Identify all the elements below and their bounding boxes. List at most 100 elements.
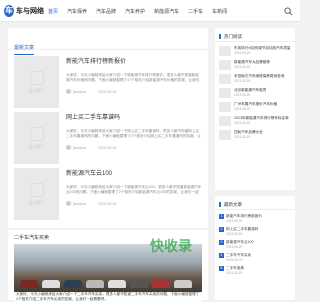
post-date: 2023-08-20: [98, 201, 117, 206]
popular-title[interactable]: 本田南方汽车维修保养费用查询: [234, 74, 284, 79]
latest-item[interactable]: 2 网上买二手车靠谱吗 2023-08-20: [219, 227, 291, 237]
nav-car-brands[interactable]: 汽车品牌: [96, 8, 116, 15]
rank-badge: 3: [219, 240, 224, 245]
car-shape: [64, 280, 82, 288]
popular-item[interactable]: 本田南方汽车维修保养费用查询 2023-08-20: [219, 74, 291, 84]
post-item[interactable]: 暂无图片 网上买二手车靠谱吗 大家好，今天小编就来给大家介绍一下网上买二手车靠谱…: [14, 112, 202, 174]
post-date: 2023-08-20: [98, 145, 117, 150]
post-thumbnail[interactable]: 暂无图片: [14, 168, 59, 220]
sidebar-latest: 最新文章 1 新能汽车排行榜新报价 2023-08-20 2 网上买二手车靠谱吗 202…: [215, 196, 295, 300]
thumb-placeholder-text: 暂无图片: [28, 143, 45, 149]
post-excerpt: 大家好，今天小编就来给大家介绍一下新能源汽车排行榜报价，很多人都不知道新能源汽车…: [66, 73, 200, 82]
search-icon[interactable]: [284, 7, 293, 16]
popular-item[interactable]: 北京新能源汽车租赁 2023-08-20: [219, 88, 291, 98]
site-logo[interactable]: 车 车与网络: [4, 3, 44, 18]
popular-date: 2023-08-20: [234, 92, 251, 97]
rank-badge: 2: [219, 227, 224, 232]
popular-thumbnail[interactable]: [219, 74, 231, 84]
car-shape: [130, 280, 148, 288]
latest-date: 2023-08-20: [226, 245, 243, 249]
popular-thumbnail[interactable]: [219, 46, 231, 56]
sidebar-title: 热门阅读: [224, 33, 242, 39]
popular-date: 2023-08-20: [234, 106, 251, 111]
popular-thumbnail[interactable]: [219, 130, 231, 140]
avatar: [66, 89, 71, 94]
latest-title[interactable]: 新能源汽车云100: [226, 240, 254, 244]
post-author[interactable]: jikuigiua: [73, 90, 86, 94]
sidebar-header: 最新文章: [215, 196, 295, 210]
latest-date: 2023-08-20: [226, 271, 243, 275]
popular-item[interactable]: 广州车展汽车报价汽车价格 2023-08-20: [219, 102, 291, 112]
avatar: [66, 201, 71, 206]
nav-car-news[interactable]: 车新闻: [212, 8, 227, 15]
car-shape: [20, 280, 38, 288]
post-author[interactable]: jikuigiua: [73, 146, 86, 150]
nav-used-cars[interactable]: 二手车: [188, 8, 203, 15]
nav-car-maintenance[interactable]: 汽车保养: [67, 8, 87, 15]
post-title[interactable]: 新能源汽车云100: [66, 170, 202, 178]
post-meta: jikuigiua 2023-08-20: [66, 89, 202, 94]
sidebar-title: 最新文章: [224, 201, 242, 207]
main-header: 最新文章: [8, 28, 208, 55]
post-title[interactable]: 新能汽车排行榜新报价: [66, 58, 202, 66]
latest-item[interactable]: 4 二手车汽车买卖 2023-08-20: [219, 253, 291, 263]
nav-car-care[interactable]: 汽车养护: [125, 8, 145, 15]
post-thumbnail[interactable]: 暂无图片: [14, 56, 59, 108]
logo-mark: 车: [4, 4, 14, 17]
latest-title[interactable]: 二手车汽车买卖: [226, 253, 251, 257]
image-placeholder-icon: [29, 182, 44, 197]
popular-title[interactable]: 广州车展汽车报价汽车价格: [234, 102, 277, 107]
popular-date: 2023-08-20: [234, 50, 251, 55]
latest-item[interactable]: 5 二手车宝典 2023-08-20: [219, 266, 291, 276]
nav-home[interactable]: 首页: [48, 8, 58, 15]
image-placeholder-icon: [29, 70, 44, 85]
avatar: [66, 145, 71, 150]
car-shape: [174, 280, 192, 288]
post-item[interactable]: 暂无图片 新能源汽车云100 大家好，今天小编就来给大家介绍一下新能源汽车云10…: [14, 168, 202, 230]
rank-badge: 1: [219, 214, 224, 219]
rank-badge: 5: [219, 266, 224, 271]
popular-title[interactable]: 北京新能源汽车租赁: [234, 88, 266, 93]
popular-date: 2023-08-20: [234, 120, 251, 125]
popular-title[interactable]: 四轮汽车品牌大全: [234, 130, 263, 135]
post-date: 2023-08-20: [98, 89, 117, 94]
popular-title[interactable]: 新能源汽车大品牌推荐: [234, 60, 270, 65]
post-title[interactable]: 网上买二手车靠谱吗: [66, 114, 202, 122]
latest-item[interactable]: 1 新能汽车排行榜新报价 2023-08-20: [219, 214, 291, 224]
popular-thumbnail[interactable]: [219, 116, 231, 126]
popular-item[interactable]: 东风风行xl如何调节自动挡汽车质量 2023-08-20: [219, 46, 291, 56]
featured-title[interactable]: 二手车汽车买卖: [14, 234, 49, 241]
popular-item[interactable]: 新能源汽车大品牌推荐 2023-08-20: [219, 60, 291, 70]
popular-thumbnail[interactable]: [219, 88, 231, 98]
latest-date: 2023-08-20: [226, 219, 243, 223]
sidebar-popular: 热门阅读 东风风行xl如何调节自动挡汽车质量 2023-08-20 新能源汽车大品…: [215, 28, 295, 190]
car-shape: [86, 280, 104, 288]
sidebar-header: 热门阅读: [215, 28, 295, 42]
post-thumbnail[interactable]: 暂无图片: [14, 112, 59, 164]
main-nav: 首页 汽车保养 汽车品牌 汽车养护 新能源汽车 二手车 车新闻: [48, 0, 236, 22]
post-item[interactable]: 暂无图片 新能汽车排行榜新报价 大家好，今天小编就来给大家介绍一下新能源汽车排行…: [14, 56, 202, 118]
latest-title[interactable]: 网上买二手车靠谱吗: [226, 227, 258, 231]
top-bar: 车 车与网络 首页 汽车保养 汽车品牌 汽车养护 新能源汽车 二手车 车新闻: [0, 0, 300, 22]
popular-title[interactable]: 东风风行xl如何调节自动挡汽车质量: [234, 46, 291, 51]
latest-title[interactable]: 二手车宝典: [226, 266, 244, 270]
post-meta: jikuigiua 2023-08-20: [66, 145, 202, 150]
popular-thumbnail[interactable]: [219, 102, 231, 112]
nav-new-energy[interactable]: 新能源汽车: [154, 8, 179, 15]
car-shape: [108, 280, 126, 288]
popular-item[interactable]: 四轮汽车品牌大全 2023-08-20: [219, 130, 291, 140]
latest-title[interactable]: 新能汽车排行榜新报价: [226, 214, 262, 218]
post-excerpt: 大家好，今天小编就来给大家介绍一下网上买二手车靠谱吗，很多人都不知道网上买二手车…: [66, 129, 201, 138]
popular-title[interactable]: 2023年新能源汽车排行榜车标名单: [234, 116, 289, 121]
latest-item[interactable]: 3 新能源汽车云100 2023-08-20: [219, 240, 291, 250]
post-excerpt: 大家好，今天小编就来给大家介绍一下新能源汽车云100，很多人都不知道新能源汽车云…: [66, 185, 202, 194]
post-meta: jikuigiua 2023-08-20: [66, 201, 202, 206]
thumb-placeholder-text: 暂无图片: [28, 87, 45, 93]
car-shape: [42, 280, 60, 288]
tab-latest[interactable]: 最新文章: [14, 45, 35, 55]
popular-date: 2023-08-20: [234, 78, 251, 83]
post-author[interactable]: jikuigiua: [73, 202, 86, 206]
featured-excerpt: 大家好，今天小编就来给大家介绍一下二手车汽车买卖，很多人都不知道二手车汽车买卖的…: [14, 292, 202, 302]
popular-thumbnail[interactable]: [219, 60, 231, 70]
popular-item[interactable]: 2023年新能源汽车排行榜车标名单 2023-08-20: [219, 116, 291, 126]
